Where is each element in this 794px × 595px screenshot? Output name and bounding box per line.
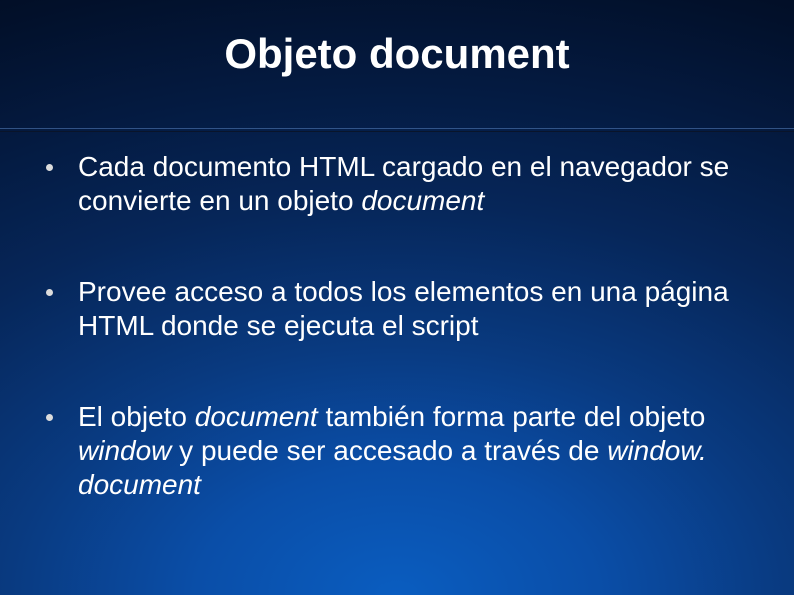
bullet-text-italic: document [361, 185, 484, 216]
slide-title: Objeto document [0, 0, 794, 88]
bullet-item: Cada documento HTML cargado en el navega… [40, 150, 764, 217]
bullet-text: también forma parte del objeto [318, 401, 706, 432]
divider-line [0, 128, 794, 132]
bullet-text: Provee acceso a todos los elementos en u… [78, 276, 729, 341]
bullet-list: Cada documento HTML cargado en el navega… [40, 150, 764, 501]
bullet-item: Provee acceso a todos los elementos en u… [40, 275, 764, 342]
bullet-item: El objeto document también forma parte d… [40, 400, 764, 501]
content-area: Cada documento HTML cargado en el navega… [40, 150, 764, 559]
bullet-text-italic: document [195, 401, 318, 432]
slide: Objeto document Cada documento HTML carg… [0, 0, 794, 595]
bullet-text: y puede ser accesado a través de [171, 435, 607, 466]
bullet-text-italic: window [78, 435, 171, 466]
bullet-text: El objeto [78, 401, 195, 432]
